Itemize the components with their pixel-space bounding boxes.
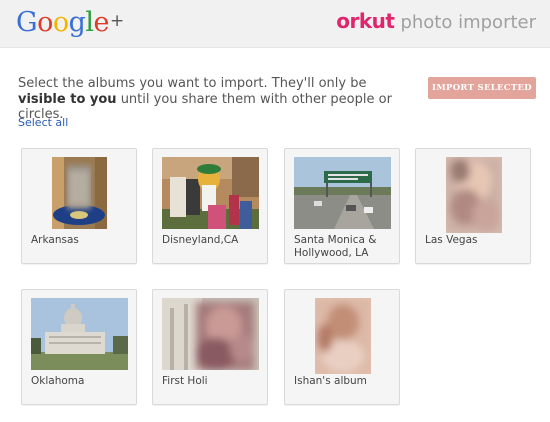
album-label: Ishan's album — [294, 375, 367, 387]
album-thumbnail — [294, 157, 391, 229]
album-card[interactable]: Ishan's album — [284, 289, 400, 405]
album-label: Santa Monica & Hollywood, LA — [294, 234, 377, 259]
orkut-logo: orkut — [336, 9, 395, 33]
select-all-link[interactable]: Select all — [18, 116, 68, 129]
album-thumbnail — [446, 157, 502, 233]
album-card[interactable]: Disneyland,CA — [152, 148, 268, 264]
album-label: Oklahoma — [31, 375, 85, 387]
album-label: First Holi — [162, 375, 208, 387]
instructions-text: Select the albums you want to import. Th… — [18, 76, 418, 123]
logo-letter: g — [68, 7, 86, 38]
album-thumbnail — [31, 298, 128, 370]
album-card[interactable]: Santa Monica & Hollywood, LA — [284, 148, 400, 264]
logo-letter: l — [85, 7, 94, 38]
album-label: Las Vegas — [425, 234, 478, 246]
album-card[interactable]: Las Vegas — [415, 148, 531, 264]
logo-letter: G — [16, 7, 38, 38]
album-label: Arkansas — [31, 234, 79, 246]
album-label: Disneyland,CA — [162, 234, 239, 246]
album-thumbnail — [162, 298, 259, 370]
import-selected-button[interactable]: IMPORT SELECTED — [428, 77, 536, 99]
album-card[interactable]: Oklahoma — [21, 289, 137, 405]
logo-letter: e — [93, 7, 110, 38]
importer-title: photo importer — [400, 12, 536, 33]
album-card[interactable]: Arkansas — [21, 148, 137, 264]
logo-letter: o — [52, 7, 69, 38]
instructions-part1: Select the albums you want to import. Th… — [18, 76, 367, 91]
album-thumbnail — [52, 157, 107, 229]
logo-letter: o — [37, 7, 53, 38]
album-thumbnail — [315, 298, 371, 374]
orkut-photo-importer-title: orkut photo importer — [336, 9, 536, 33]
google-plus-logo[interactable]: Google+ — [16, 4, 124, 40]
logo-plus: + — [110, 11, 124, 31]
instructions-bold: visible to you — [18, 91, 117, 107]
album-card[interactable]: First Holi — [152, 289, 268, 405]
app-header: Google+ orkut photo importer — [0, 0, 550, 48]
album-thumbnail — [162, 157, 259, 229]
